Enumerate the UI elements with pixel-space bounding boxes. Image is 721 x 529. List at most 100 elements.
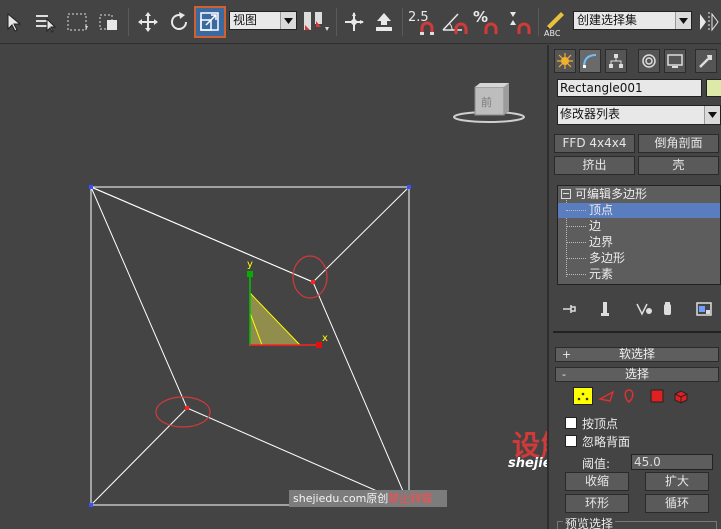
grow-button[interactable]: 扩大	[645, 472, 709, 491]
configure-modifier-sets-icon[interactable]	[692, 299, 716, 319]
highlight-ellipse	[292, 255, 328, 299]
make-unique-icon[interactable]	[633, 299, 655, 319]
threshold-value: 45.0	[634, 455, 661, 469]
stack-item-editable-poly[interactable]: 可编辑多边形	[558, 187, 720, 202]
gizmo-y-handle	[247, 271, 253, 277]
keyboard-shortcut-override-icon[interactable]	[370, 8, 398, 36]
soft-selection-title: 软选择	[618, 347, 655, 361]
select-and-move-icon[interactable]	[134, 8, 162, 36]
vertex	[89, 185, 93, 189]
select-by-name-icon[interactable]	[32, 8, 58, 36]
element-selection-level-icon[interactable]	[671, 387, 691, 405]
stack-item-label: 边	[589, 219, 602, 233]
tree-branch	[566, 226, 586, 227]
gizmo-y-label: y	[247, 259, 253, 270]
polygon-mesh[interactable]	[90, 186, 410, 506]
chevron-down-icon	[704, 106, 720, 124]
extrude-modifier-button[interactable]: 挤出	[554, 156, 635, 175]
stack-item-border[interactable]: 边界	[558, 235, 720, 250]
stack-item-edge[interactable]: 边	[558, 219, 720, 234]
select-and-manipulate-icon[interactable]	[340, 8, 368, 36]
loop-button[interactable]: 循环	[645, 494, 709, 513]
ignore-backfacing-checkbox[interactable]	[565, 435, 577, 447]
vertex-selection-level-icon[interactable]	[573, 387, 593, 405]
select-and-uniform-scale-icon[interactable]	[194, 6, 226, 38]
edge-selection-level-icon[interactable]	[597, 387, 617, 405]
selected-vertex[interactable]	[311, 280, 315, 284]
object-name-field[interactable]: Rectangle001	[557, 79, 702, 97]
viewcube[interactable]: 前	[453, 83, 525, 123]
collapse-icon: -	[562, 368, 566, 381]
modifier-stack[interactable]: 可编辑多边形 顶点 边 边界 多边形 元素	[557, 185, 721, 285]
hierarchy-tab-icon[interactable]	[605, 49, 627, 73]
by-vertex-checkbox[interactable]	[565, 417, 577, 429]
motion-tab-icon[interactable]	[638, 49, 660, 73]
stack-item-element[interactable]: 元素	[558, 267, 720, 282]
edit-named-selection-sets-icon[interactable]: ABC	[542, 8, 570, 38]
modifier-list-value: 修改器列表	[560, 107, 621, 121]
show-end-result-icon[interactable]	[594, 299, 616, 319]
mirror-icon[interactable]	[696, 8, 720, 36]
selection-title: 选择	[624, 367, 649, 381]
stack-item-label: 多边形	[589, 251, 626, 265]
utilities-tab-icon[interactable]	[695, 49, 717, 73]
selected-vertex[interactable]	[185, 406, 189, 410]
rectangular-selection-region-icon[interactable]	[64, 8, 92, 36]
modifier-list-dropdown[interactable]: 修改器列表	[557, 105, 721, 125]
scale-gizmo[interactable]: y x	[247, 259, 328, 348]
border-selection-level-icon[interactable]	[619, 387, 639, 405]
tree-branch	[566, 210, 586, 211]
ffd-modifier-button[interactable]: FFD 4x4x4	[554, 134, 635, 153]
stack-item-polygon[interactable]: 多边形	[558, 251, 720, 266]
display-tab-icon[interactable]	[664, 49, 686, 73]
window-crossing-icon[interactable]	[96, 8, 122, 36]
percent-snap-toggle-icon[interactable]: %	[472, 8, 502, 36]
stack-item-label: 顶点	[589, 203, 614, 217]
soft-selection-rollout-header[interactable]: + 软选择	[555, 347, 719, 362]
spinner-snap-label: ABC	[544, 29, 561, 38]
chevron-down-icon	[675, 12, 691, 29]
select-and-rotate-icon[interactable]	[166, 8, 192, 36]
reference-coordinate-system-value: 视图	[233, 13, 258, 27]
remove-modifier-icon[interactable]	[656, 299, 678, 319]
expand-icon: +	[562, 348, 572, 361]
modify-tab-icon[interactable]	[579, 49, 601, 73]
bevel-profile-modifier-button[interactable]: 倒角剖面	[638, 134, 719, 153]
select-object-icon[interactable]	[2, 8, 28, 36]
reference-coordinate-system-dropdown[interactable]: 视图	[229, 11, 297, 30]
create-tab-icon[interactable]	[554, 49, 576, 73]
toolbar-separator	[128, 8, 129, 36]
percent-snap-label: %	[473, 8, 489, 26]
watermark-bar-text: shejiedu.com原创	[293, 492, 389, 505]
gizmo-x-label: x	[322, 333, 328, 344]
perspective-viewport[interactable]: y x 前	[0, 45, 547, 529]
tree-branch	[566, 274, 586, 275]
named-selection-sets-dropdown[interactable]: 创建选择集	[573, 11, 692, 30]
viewport-canvas[interactable]: y x 前	[0, 45, 547, 529]
shell-modifier-button[interactable]: 壳	[638, 156, 719, 175]
collapse-icon[interactable]	[561, 189, 571, 199]
snaps-toggle-icon[interactable]: 2.5	[406, 8, 438, 36]
vertex	[89, 503, 93, 507]
angle-snap-toggle-icon[interactable]	[440, 8, 470, 36]
stack-item-label: 边界	[589, 235, 614, 249]
ring-button[interactable]: 环形	[565, 494, 629, 513]
by-vertex-label: 按顶点	[582, 417, 619, 431]
pin-stack-icon[interactable]	[559, 299, 581, 319]
object-color-swatch[interactable]	[706, 79, 721, 97]
shrink-button[interactable]: 收缩	[565, 472, 629, 491]
polygon-selection-level-icon[interactable]	[647, 387, 667, 405]
selection-rollout-header[interactable]: - 选择	[555, 367, 719, 382]
tree-branch	[566, 258, 586, 259]
use-pivot-center-icon[interactable]	[300, 8, 332, 36]
threshold-label: 阈值:	[582, 457, 611, 471]
spinner-snap-toggle-icon[interactable]	[504, 8, 534, 36]
threshold-spinner[interactable]: 45.0	[631, 454, 713, 470]
stack-item-vertex[interactable]: 顶点	[558, 203, 720, 218]
object-name-value: Rectangle001	[560, 81, 643, 95]
angle-snap-value: 2.5	[408, 10, 429, 25]
toolbar-separator	[538, 8, 539, 36]
main-toolbar: 视图 2.5 % ABC 创建选择集	[0, 0, 721, 44]
command-panel: Rectangle001 修改器列表 FFD 4x4x4 倒角剖面 挤出 壳 可…	[547, 45, 721, 529]
tree-branch	[566, 242, 586, 243]
